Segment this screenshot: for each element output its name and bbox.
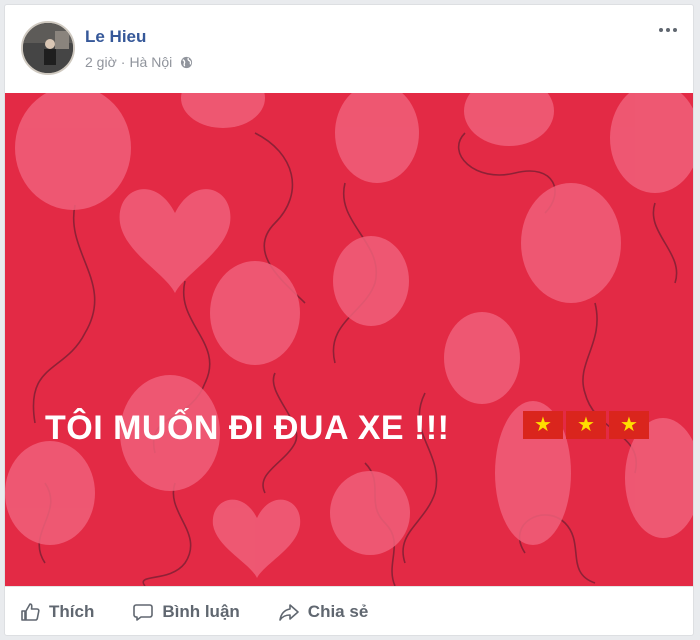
like-button[interactable]: Thích (19, 601, 94, 623)
flag-icon: ★ (566, 411, 606, 439)
post-background-image: TÔI MUỐN ĐI ĐUA XE !!! ★ ★ ★ (5, 93, 693, 586)
share-button[interactable]: Chia sẻ (278, 601, 368, 623)
flag-icon: ★ (523, 411, 563, 439)
post-time[interactable]: 2 giờ (85, 54, 117, 70)
globe-icon[interactable] (180, 56, 193, 69)
flag-star: ★ (577, 414, 595, 436)
more-options-icon[interactable] (657, 23, 679, 37)
share-icon (278, 604, 299, 621)
post-card: Le Hieu 2 giờ · Hà Nội TÔI MUỐN ĐI ĐUA X… (4, 4, 694, 636)
author-name[interactable]: Le Hieu (85, 27, 146, 47)
flag-emojis: ★ ★ ★ (523, 411, 649, 439)
balloon-pattern (5, 93, 693, 586)
post-location[interactable]: Hà Nội (129, 54, 172, 70)
avatar-image (23, 23, 73, 73)
like-icon (21, 603, 40, 621)
share-label: Chia sẻ (307, 602, 369, 621)
post-header: Le Hieu 2 giờ · Hà Nội (5, 5, 693, 93)
post-meta: 2 giờ · Hà Nội (85, 54, 193, 70)
flag-icon: ★ (609, 411, 649, 439)
flag-star: ★ (534, 414, 552, 436)
flag-star: ★ (620, 414, 638, 436)
avatar[interactable] (21, 21, 75, 75)
comment-button[interactable]: Bình luận (132, 601, 240, 623)
comment-label: Bình luận (162, 602, 240, 621)
post-actions: Thích Bình luận Chia sẻ (5, 586, 693, 635)
post-text: TÔI MUỐN ĐI ĐUA XE !!! (45, 409, 450, 447)
comment-icon (133, 604, 154, 621)
meta-separator: · (120, 54, 126, 70)
like-label: Thích (49, 602, 95, 621)
